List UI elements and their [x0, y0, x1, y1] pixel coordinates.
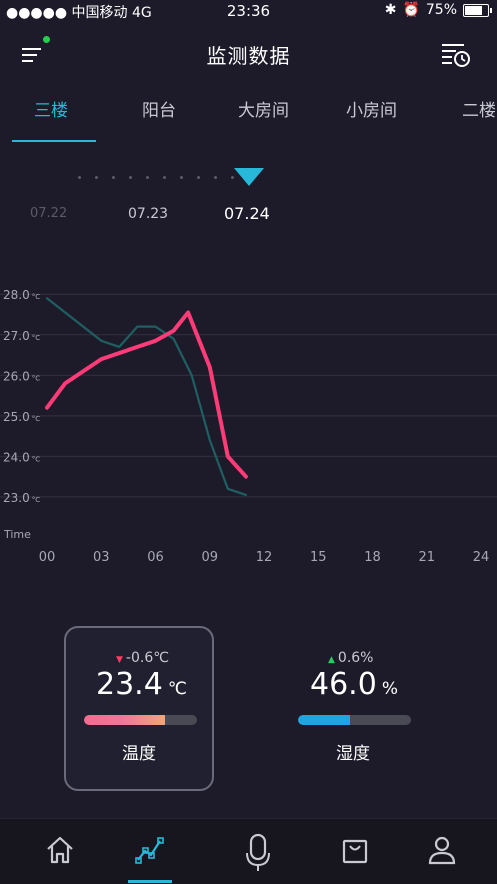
temperature-label: 温度	[122, 744, 156, 764]
history-list-icon	[442, 44, 470, 67]
status-bar: ●●●●● 中国移动 4G 23:36 ✱ ⏰ 75%	[0, 0, 497, 22]
date-0722[interactable]: 07.22	[30, 206, 67, 221]
x-tick-label: 03	[93, 550, 110, 565]
battery-percent: 75%	[425, 2, 457, 18]
x-tick-label: 24	[473, 550, 490, 565]
x-tick-label: 06	[147, 550, 164, 565]
tab-big-room[interactable]: 大房间	[238, 96, 289, 121]
temperature-bar-fill	[84, 715, 166, 725]
y-tick-unit: °C	[32, 415, 41, 423]
page-title: 监测数据	[206, 44, 291, 68]
nav-shop[interactable]	[340, 833, 372, 867]
home-icon	[47, 836, 73, 864]
x-tick-label: 15	[310, 550, 327, 565]
humidity-bar	[298, 715, 411, 725]
bluetooth-icon: ✱	[384, 2, 397, 18]
microphone-icon	[246, 833, 270, 871]
y-tick-label: 24.0 °C	[3, 450, 40, 464]
down-arrow-icon: ▼	[116, 655, 123, 665]
temperature-chart: 28.0 °C 27.0 °C 26.0 °C 25.0 °C 24.0 °C 23.0 °C Time…	[0, 288, 497, 565]
y-tick-label: 27.0 °C	[3, 329, 40, 343]
nav-home[interactable]	[44, 833, 76, 867]
y-tick-label: 25.0 °C	[3, 410, 40, 424]
temperature-unit: ℃	[167, 679, 187, 699]
nav-voice[interactable]	[242, 833, 274, 871]
tab-balcony[interactable]: 阳台	[142, 96, 176, 121]
x-tick-label: 21	[418, 550, 435, 565]
nav-profile[interactable]	[426, 833, 458, 867]
y-tick-unit: °C	[32, 455, 41, 463]
date-marker-icon	[234, 168, 264, 186]
y-tick-unit: °C	[32, 374, 41, 382]
humidity-delta: ▲ 0.6%	[328, 650, 374, 666]
status-right: ✱ ⏰ 75%	[384, 2, 492, 18]
alarm-icon: ⏰	[402, 2, 420, 18]
up-arrow-icon: ▲	[328, 655, 335, 665]
x-tick-label: 00	[39, 550, 56, 565]
y-tick-unit: °C	[32, 496, 41, 504]
humidity-bar-fill	[298, 715, 350, 725]
y-tick-label: 26.0 °C	[3, 369, 40, 383]
date-0723[interactable]: 07.23	[128, 206, 168, 222]
temperature-reading: 23.4 ℃	[96, 667, 187, 702]
tab-2f[interactable]: 二楼	[462, 96, 496, 121]
x-tick-label: 09	[201, 550, 218, 565]
y-tick-label: 23.0 °C	[3, 491, 40, 505]
tab-small-room[interactable]: 小房间	[346, 96, 397, 121]
humidity-unit: %	[381, 679, 399, 699]
x-tick-label: 18	[364, 550, 381, 565]
temperature-bar	[84, 715, 197, 725]
tab-3f[interactable]: 三楼	[34, 96, 68, 121]
date-0724[interactable]: 07.24	[224, 204, 270, 223]
user-icon	[428, 836, 456, 865]
x-axis-title: Time	[3, 528, 31, 541]
bottom-navigation	[0, 818, 497, 884]
y-tick-unit: °C	[32, 293, 41, 301]
temperature-delta-value: -0.6℃	[125, 650, 169, 666]
humidity-reading: 46.0 %	[310, 667, 398, 702]
humidity-label: 湿度	[336, 744, 370, 764]
active-tab-indicator	[12, 140, 96, 142]
room-tabs: 三楼 阳台 大房间 小房间 二楼	[0, 96, 497, 142]
y-tick-label: 28.0 °C	[3, 288, 40, 302]
temperature-delta: ▼ -0.6℃	[116, 650, 169, 666]
trend-icon	[135, 837, 164, 864]
humidity-value: 46.0	[310, 667, 377, 702]
battery-icon	[463, 3, 492, 17]
y-tick-unit: °C	[32, 334, 41, 342]
bag-icon	[342, 839, 368, 864]
history-button[interactable]	[440, 40, 472, 70]
nav-trend[interactable]	[134, 833, 166, 867]
temperature-value: 23.4	[96, 667, 163, 702]
series-line	[45, 310, 248, 479]
humidity-delta-value: 0.6%	[337, 650, 374, 666]
x-tick-label: 12	[256, 550, 273, 565]
